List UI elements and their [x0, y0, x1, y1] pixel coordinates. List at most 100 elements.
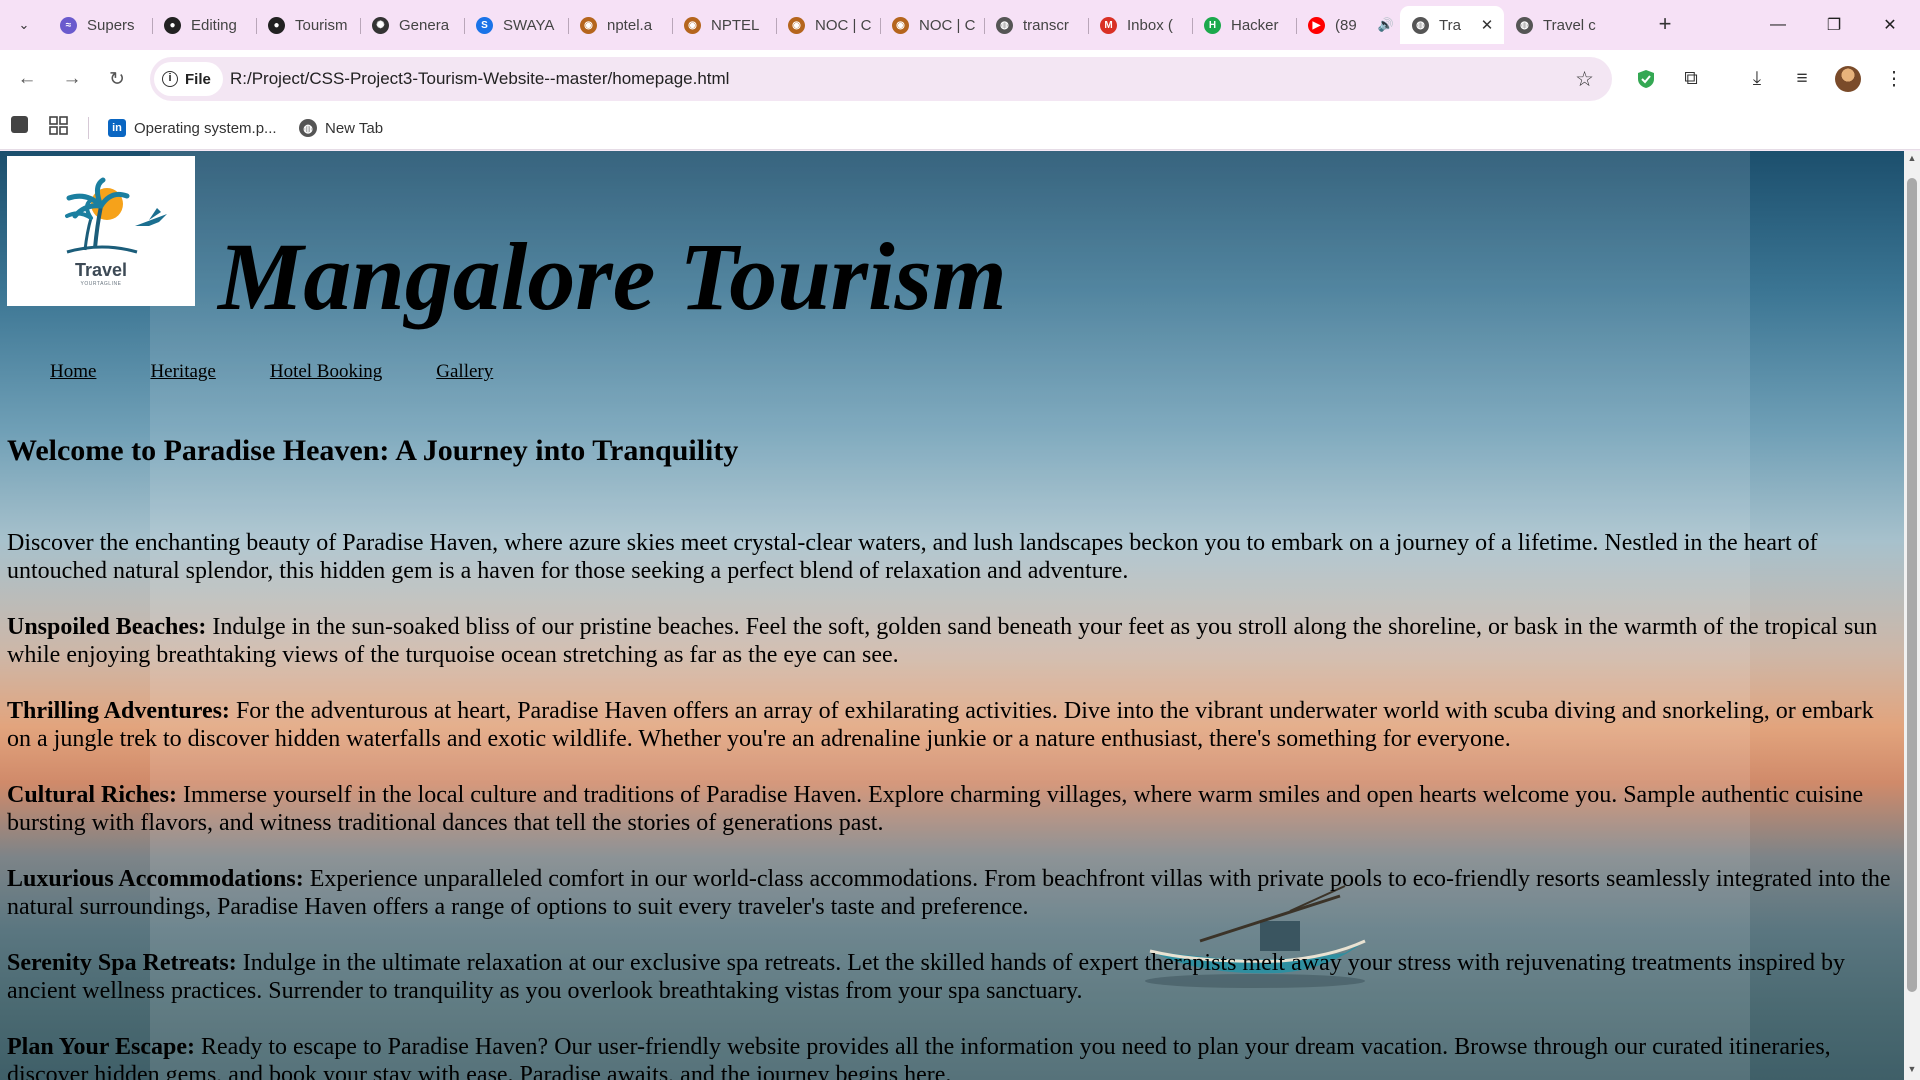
- tab[interactable]: ✺ Genera: [360, 6, 464, 44]
- tab[interactable]: M Inbox (: [1088, 6, 1192, 44]
- speaker-icon[interactable]: 🔊: [1378, 17, 1394, 33]
- address-bar[interactable]: i File R:/Project/CSS-Project3-Tourism-W…: [150, 57, 1612, 101]
- bookmark-label: New Tab: [325, 119, 384, 137]
- tab-title: Genera: [399, 16, 450, 34]
- chevron-down-icon: ⌄: [18, 17, 30, 32]
- tab[interactable]: ◍ transcr: [984, 6, 1088, 44]
- back-button[interactable]: ←: [13, 65, 41, 93]
- youtube-icon: ▶: [1308, 16, 1325, 34]
- linkedin-icon: in: [108, 119, 126, 137]
- nptel-icon: ◉: [580, 16, 597, 34]
- section-paragraph: Plan Your Escape: Ready to escape to Par…: [7, 1033, 1897, 1080]
- section-paragraph: Thrilling Adventures: For the adventurou…: [7, 697, 1897, 753]
- bookmark-star-icon[interactable]: ☆: [1575, 67, 1594, 92]
- section-text: Ready to escape to Paradise Haven? Our u…: [7, 1034, 1831, 1080]
- intro-paragraph: Discover the enchanting beauty of Paradi…: [7, 530, 1818, 584]
- section-paragraph: Unspoiled Beaches: Indulge in the sun-so…: [7, 613, 1897, 669]
- new-tab-button[interactable]: +: [1652, 12, 1678, 38]
- avatar[interactable]: [1833, 64, 1863, 94]
- tab[interactable]: ◉ nptel.a: [568, 6, 672, 44]
- browser-toolbar: ← → ↻ i File R:/Project/CSS-Project3-Tou…: [0, 50, 1920, 108]
- apps-square-icon[interactable]: [11, 116, 28, 133]
- bookmark-item[interactable]: in Operating system.p...: [108, 115, 277, 141]
- arrow-left-icon: ←: [17, 68, 37, 89]
- github-icon: ●: [164, 16, 181, 34]
- nav-link-gallery[interactable]: Gallery: [436, 361, 493, 383]
- scrollbar-thumb[interactable]: [1907, 178, 1917, 992]
- tab-title: nptel.a: [607, 16, 653, 34]
- site-info-chip[interactable]: i File: [154, 62, 223, 96]
- swayam-icon: S: [476, 16, 493, 34]
- tab[interactable]: ▶ (89 🔊: [1296, 6, 1400, 44]
- globe-icon: ◍: [996, 16, 1013, 34]
- tab-title: SWAYA: [503, 16, 555, 34]
- extensions-puzzle-icon[interactable]: ⧉: [1676, 64, 1706, 94]
- shield-extension-icon[interactable]: [1631, 64, 1661, 94]
- tab-title: NOC | C: [815, 16, 872, 34]
- bookmarks-bar: [0, 108, 1920, 150]
- nptel-icon: ◉: [788, 16, 805, 34]
- tab-title: Editing: [191, 16, 237, 34]
- site-title: Mangalore Tourism: [218, 223, 1007, 330]
- restore-button[interactable]: ❐: [1806, 0, 1862, 50]
- tab-title: (89: [1335, 16, 1357, 34]
- scroll-down-icon[interactable]: ▼: [1907, 1064, 1917, 1074]
- tab[interactable]: ● Editing: [152, 6, 256, 44]
- tab[interactable]: ● Tourism: [256, 6, 360, 44]
- logo-text: Travel: [74, 260, 128, 280]
- tab-list: ≈ Supers ● Editing ● Tourism ✺ Genera S SWAYA ◉ npt…: [48, 6, 1608, 44]
- close-tab-icon[interactable]: ✕: [1478, 16, 1496, 34]
- tab[interactable]: ◉ NPTEL: [672, 6, 776, 44]
- section-text: Indulge in the ultimate relaxation at ou…: [7, 950, 1845, 1004]
- logo-tagline: YOURTAGLINE: [80, 281, 122, 287]
- section-paragraph: Serenity Spa Retreats: Indulge in the ul…: [7, 949, 1897, 1005]
- tab[interactable]: S SWAYA: [464, 6, 568, 44]
- web-page: Travel YOURTAGLINE Mangalore Tourism Hom…: [0, 151, 1904, 1080]
- tab[interactable]: ◉ NOC | C: [880, 6, 984, 44]
- tab[interactable]: ≈ Supers: [48, 6, 152, 44]
- tab[interactable]: ◉ NOC | C: [776, 6, 880, 44]
- nav-link-heritage[interactable]: Heritage: [150, 361, 215, 383]
- media-controls-icon[interactable]: ≡: [1787, 64, 1817, 94]
- close-icon: ✕: [1883, 17, 1897, 34]
- palm-plane-logo-icon: [65, 177, 167, 254]
- section-heading: Serenity Spa Retreats:: [7, 950, 237, 976]
- minimize-button[interactable]: —: [1750, 0, 1806, 50]
- download-icon[interactable]: ⤓: [1742, 64, 1772, 94]
- nptel-icon: ◉: [684, 16, 701, 34]
- tab-search-button[interactable]: ⌄: [10, 11, 38, 39]
- tab-title: Travel c: [1543, 16, 1596, 34]
- section-text: Immerse yourself in the local culture an…: [7, 782, 1864, 836]
- site-logo[interactable]: Travel YOURTAGLINE: [7, 156, 195, 306]
- bookmark-label: Operating system.p...: [134, 119, 277, 137]
- close-window-button[interactable]: ✕: [1862, 0, 1918, 50]
- tab[interactable]: ◍ Travel c: [1504, 6, 1608, 44]
- bookmark-item[interactable]: ◍ New Tab: [299, 115, 383, 141]
- scroll-up-icon[interactable]: ▲: [1907, 153, 1917, 163]
- grid-icon[interactable]: [49, 116, 68, 140]
- tab-title: Hacker: [1231, 16, 1279, 34]
- tab-strip: ⌄ ≈ Supers ● Editing ● Tourism ✺ Genera S SWAYA ◉ n…: [0, 0, 1920, 50]
- reload-button[interactable]: ↻: [103, 65, 131, 93]
- section-paragraph: Cultural Riches: Immerse yourself in the…: [7, 781, 1897, 837]
- minimize-icon: —: [1770, 16, 1786, 33]
- tab-active[interactable]: ◍ Tra ✕: [1400, 6, 1504, 44]
- github-icon: ●: [268, 16, 285, 34]
- tab-title: Tourism: [295, 16, 348, 34]
- globe-icon: ◍: [1412, 16, 1429, 34]
- nav-link-hotel-booking[interactable]: Hotel Booking: [270, 361, 382, 383]
- tab-title: NPTEL: [711, 16, 760, 34]
- info-icon: i: [162, 71, 178, 87]
- nptel-icon: ◉: [892, 16, 909, 34]
- nav-link-home[interactable]: Home: [50, 361, 96, 383]
- welcome-heading: Welcome to Paradise Heaven: A Journey in…: [7, 434, 739, 467]
- section-heading: Thrilling Adventures:: [7, 698, 230, 724]
- reload-icon: ↻: [109, 68, 125, 90]
- section-heading: Plan Your Escape:: [7, 1034, 196, 1060]
- url-text[interactable]: R:/Project/CSS-Project3-Tourism-Website-…: [230, 69, 729, 89]
- section-heading: Luxurious Accommodations:: [7, 866, 304, 892]
- tab[interactable]: H Hacker: [1192, 6, 1296, 44]
- globe-icon: ◍: [299, 119, 317, 137]
- forward-button[interactable]: →: [58, 65, 86, 93]
- more-menu-icon[interactable]: ⋮: [1879, 64, 1909, 94]
